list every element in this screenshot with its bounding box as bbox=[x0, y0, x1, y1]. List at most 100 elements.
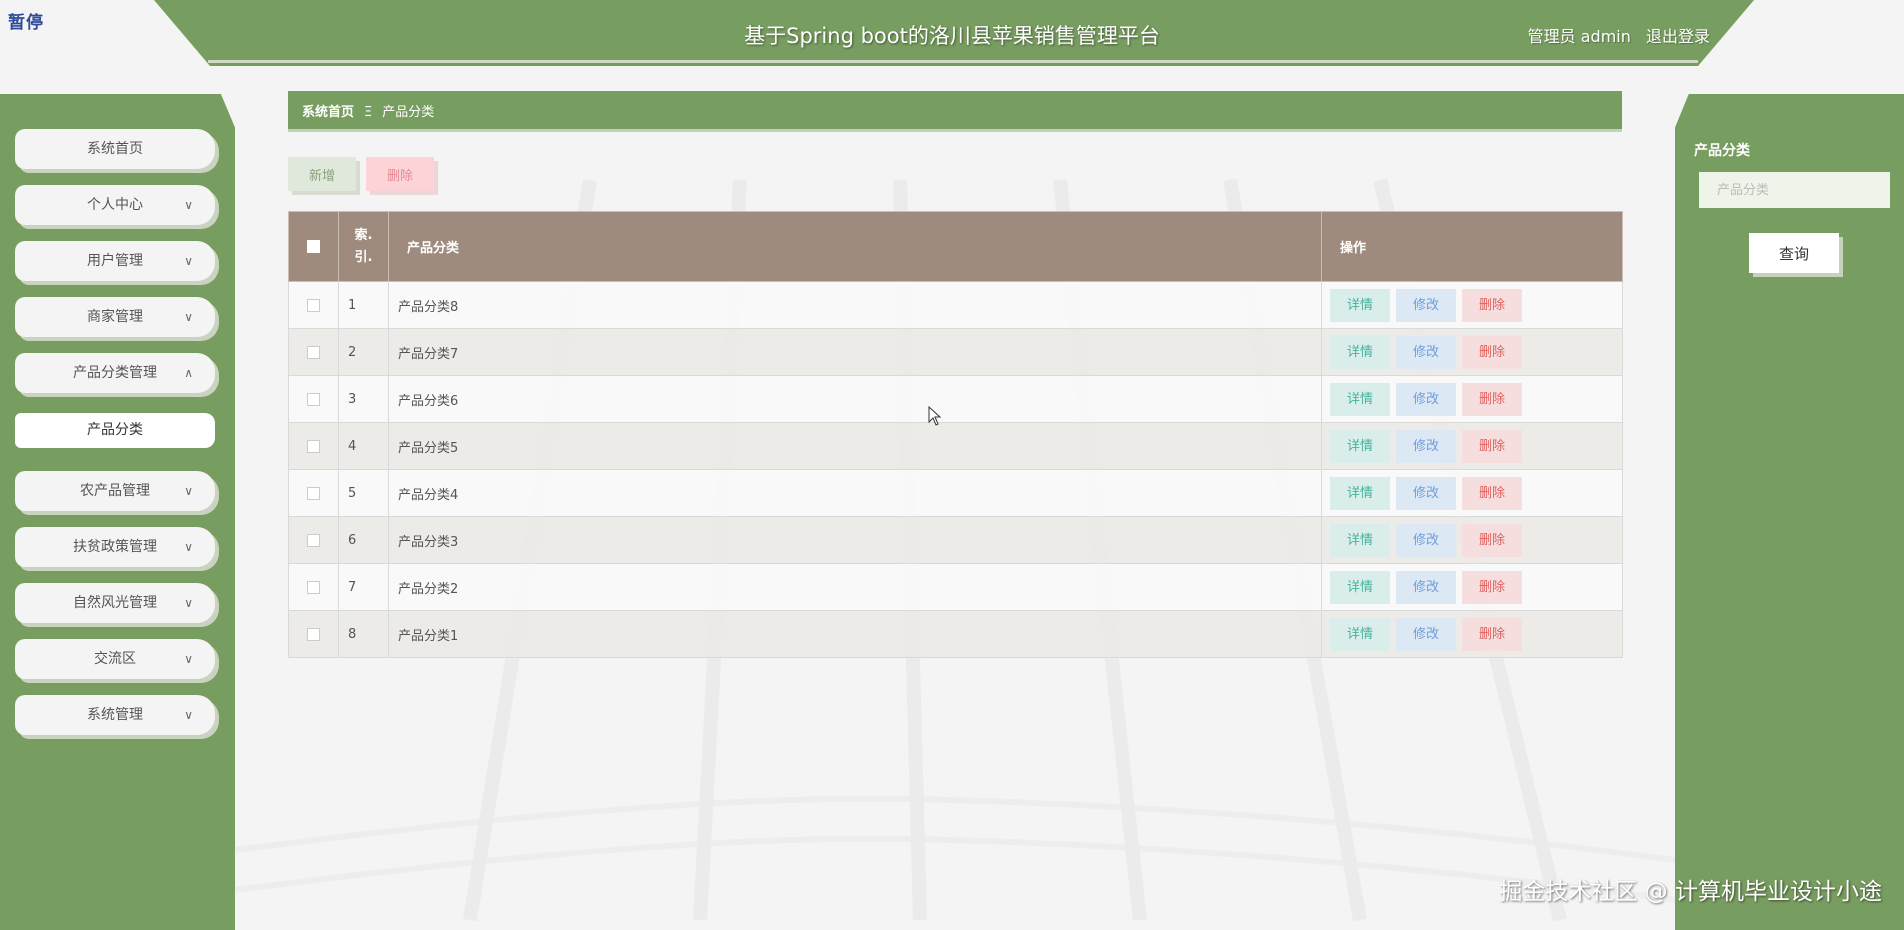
add-button[interactable]: 新增 bbox=[288, 157, 356, 191]
row-category: 产品分类3 bbox=[388, 516, 1322, 564]
delete-button[interactable]: 删除 bbox=[1462, 617, 1522, 651]
logout-link[interactable]: 退出登录 bbox=[1646, 27, 1710, 46]
row-index: 5 bbox=[338, 469, 389, 517]
row-actions: 详情 修改 删除 bbox=[1321, 328, 1623, 376]
sidebar-item-label: 用户管理 bbox=[87, 253, 143, 269]
row-checkbox[interactable] bbox=[307, 439, 320, 453]
breadcrumb-home[interactable]: 系统首页 bbox=[302, 105, 354, 120]
detail-button[interactable]: 详情 bbox=[1330, 288, 1390, 322]
edit-button[interactable]: 修改 bbox=[1396, 335, 1456, 369]
row-category: 产品分类1 bbox=[388, 610, 1322, 658]
row-index: 8 bbox=[338, 610, 389, 658]
edit-button[interactable]: 修改 bbox=[1396, 288, 1456, 322]
row-index: 2 bbox=[338, 328, 389, 376]
row-checkbox-cell bbox=[288, 375, 339, 423]
edit-button[interactable]: 修改 bbox=[1396, 570, 1456, 604]
delete-button[interactable]: 删除 bbox=[1462, 476, 1522, 510]
delete-button[interactable]: 删除 bbox=[1462, 288, 1522, 322]
row-checkbox-cell bbox=[288, 610, 339, 658]
sidebar-item-merchant-management[interactable]: 商家管理 ∨ bbox=[15, 297, 215, 337]
edit-button[interactable]: 修改 bbox=[1396, 382, 1456, 416]
sidebar-item-home[interactable]: 系统首页 bbox=[15, 129, 215, 169]
batch-delete-button[interactable]: 删除 bbox=[366, 157, 434, 191]
row-index: 6 bbox=[338, 516, 389, 564]
sidebar-item-category-management[interactable]: 产品分类管理 ∧ bbox=[15, 353, 215, 393]
sidebar-item-label: 系统管理 bbox=[87, 707, 143, 723]
breadcrumb-separator: Ξ bbox=[364, 105, 373, 120]
sidebar-subitem-label: 产品分类 bbox=[87, 422, 143, 438]
row-actions: 详情 修改 删除 bbox=[1321, 563, 1623, 611]
select-all-checkbox[interactable] bbox=[307, 240, 320, 253]
sidebar-item-system[interactable]: 系统管理 ∨ bbox=[15, 695, 215, 735]
row-checkbox-cell bbox=[288, 328, 339, 376]
category-table: 索. 引. 产品分类 操作 1 产品分类8 详情 修改 删除 2 产品分类7 详情 修改 删除 3 产品… bbox=[288, 211, 1623, 658]
row-checkbox[interactable] bbox=[307, 533, 320, 547]
detail-button[interactable]: 详情 bbox=[1330, 617, 1390, 651]
edit-button[interactable]: 修改 bbox=[1396, 476, 1456, 510]
sidebar-item-label: 产品分类管理 bbox=[73, 365, 157, 381]
row-category: 产品分类5 bbox=[388, 422, 1322, 470]
row-checkbox[interactable] bbox=[307, 627, 320, 641]
row-checkbox-cell bbox=[288, 516, 339, 564]
delete-button[interactable]: 删除 bbox=[1462, 335, 1522, 369]
delete-button[interactable]: 删除 bbox=[1462, 523, 1522, 557]
chevron-down-icon: ∨ bbox=[184, 540, 193, 554]
chevron-down-icon: ∨ bbox=[184, 254, 193, 268]
row-actions: 详情 修改 删除 bbox=[1321, 281, 1623, 329]
sidebar-item-personal-center[interactable]: 个人中心 ∨ bbox=[15, 185, 215, 225]
chevron-up-icon: ∧ bbox=[184, 366, 193, 380]
detail-button[interactable]: 详情 bbox=[1330, 429, 1390, 463]
sidebar-item-label: 商家管理 bbox=[87, 309, 143, 325]
row-checkbox-cell bbox=[288, 563, 339, 611]
row-checkbox[interactable] bbox=[307, 392, 320, 406]
row-checkbox[interactable] bbox=[307, 298, 320, 312]
row-category: 产品分类6 bbox=[388, 375, 1322, 423]
sidebar-subitem-category[interactable]: 产品分类 bbox=[15, 413, 215, 448]
row-index: 7 bbox=[338, 563, 389, 611]
corner-logo: 暂停 bbox=[8, 13, 44, 33]
sidebar-item-poverty-policy[interactable]: 扶贫政策管理 ∨ bbox=[15, 527, 215, 567]
index-header-line-2: 引. bbox=[354, 249, 373, 265]
user-area: 管理员 admin 退出登录 bbox=[1518, 23, 1710, 47]
table-row: 7 产品分类2 详情 修改 删除 bbox=[288, 563, 1623, 611]
detail-button[interactable]: 详情 bbox=[1330, 335, 1390, 369]
edit-button[interactable]: 修改 bbox=[1396, 617, 1456, 651]
table-row: 5 产品分类4 详情 修改 删除 bbox=[288, 469, 1623, 517]
chevron-down-icon: ∨ bbox=[184, 652, 193, 666]
row-actions: 详情 修改 删除 bbox=[1321, 469, 1623, 517]
sidebar-item-scenery[interactable]: 自然风光管理 ∨ bbox=[15, 583, 215, 623]
detail-button[interactable]: 详情 bbox=[1330, 570, 1390, 604]
search-panel bbox=[1675, 94, 1904, 930]
table-header-row: 索. 引. 产品分类 操作 bbox=[288, 211, 1623, 282]
header-checkbox-cell bbox=[288, 211, 339, 282]
sidebar-item-label: 系统首页 bbox=[87, 141, 143, 157]
table-row: 4 产品分类5 详情 修改 删除 bbox=[288, 422, 1623, 470]
row-category: 产品分类2 bbox=[388, 563, 1322, 611]
row-checkbox-cell bbox=[288, 281, 339, 329]
edit-button[interactable]: 修改 bbox=[1396, 523, 1456, 557]
row-actions: 详情 修改 删除 bbox=[1321, 610, 1623, 658]
detail-button[interactable]: 详情 bbox=[1330, 382, 1390, 416]
column-header-actions: 操作 bbox=[1321, 211, 1623, 282]
delete-button[interactable]: 删除 bbox=[1462, 429, 1522, 463]
detail-button[interactable]: 详情 bbox=[1330, 476, 1390, 510]
sidebar-item-label: 个人中心 bbox=[87, 197, 143, 213]
sidebar-item-user-management[interactable]: 用户管理 ∨ bbox=[15, 241, 215, 281]
delete-button[interactable]: 删除 bbox=[1462, 382, 1522, 416]
sidebar-item-forum[interactable]: 交流区 ∨ bbox=[15, 639, 215, 679]
row-checkbox[interactable] bbox=[307, 345, 320, 359]
category-search-input[interactable] bbox=[1699, 172, 1890, 208]
table-row: 8 产品分类1 详情 修改 删除 bbox=[288, 610, 1623, 658]
table-row: 6 产品分类3 详情 修改 删除 bbox=[288, 516, 1623, 564]
delete-button[interactable]: 删除 bbox=[1462, 570, 1522, 604]
row-index: 3 bbox=[338, 375, 389, 423]
detail-button[interactable]: 详情 bbox=[1330, 523, 1390, 557]
row-checkbox[interactable] bbox=[307, 580, 320, 594]
row-checkbox[interactable] bbox=[307, 486, 320, 500]
search-button[interactable]: 查询 bbox=[1749, 233, 1839, 273]
header-underline bbox=[208, 60, 1698, 63]
row-actions: 详情 修改 删除 bbox=[1321, 516, 1623, 564]
sidebar-item-agri-products[interactable]: 农产品管理 ∨ bbox=[15, 471, 215, 511]
edit-button[interactable]: 修改 bbox=[1396, 429, 1456, 463]
row-index: 1 bbox=[338, 281, 389, 329]
